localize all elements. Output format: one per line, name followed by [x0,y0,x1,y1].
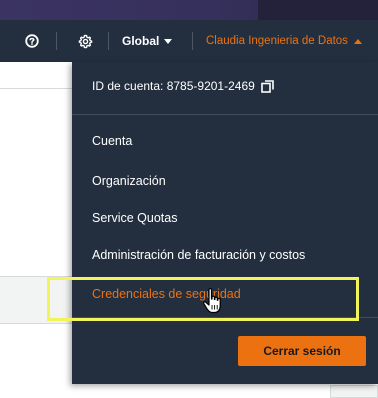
logout-button[interactable]: Cerrar sesión [238,336,366,366]
copy-icon[interactable] [260,79,274,93]
menu-item-organizacion[interactable]: Organización [92,174,166,188]
nav-divider [56,32,57,50]
account-id: ID de cuenta: 8785-9201-2469 [92,79,274,93]
menu-item-cuenta[interactable]: Cuenta [92,134,132,148]
region-selector[interactable]: Global [122,33,173,49]
nav-divider [108,32,109,50]
background-panel [0,276,72,324]
account-dropdown-menu: ID de cuenta: 8785-9201-2469 Cuenta Orga… [72,62,378,384]
background-box [330,385,378,398]
top-strip-right [258,0,378,20]
menu-item-service-quotas[interactable]: Service Quotas [92,211,177,225]
region-label: Global [122,34,160,48]
menu-divider [72,114,378,115]
gear-icon[interactable] [75,31,95,51]
console-page: Global Claudia Ingenieria de Datos ID de… [0,0,378,398]
account-menu-toggle[interactable]: Claudia Ingenieria de Datos [206,33,362,49]
menu-item-billing[interactable]: Administración de facturación y costos [92,248,305,262]
top-navbar: Global Claudia Ingenieria de Datos [0,20,378,62]
menu-item-security-credentials[interactable]: Credenciales de seguridad [92,287,241,301]
nav-divider [192,32,193,50]
background-divider [0,88,72,89]
top-strip [0,0,378,20]
chevron-down-icon [164,38,173,44]
help-circle-icon[interactable] [22,31,42,51]
menu-divider [72,317,378,318]
chevron-up-icon [353,38,362,44]
account-id-text: ID de cuenta: 8785-9201-2469 [92,79,255,93]
account-label: Claudia Ingenieria de Datos [206,35,348,47]
